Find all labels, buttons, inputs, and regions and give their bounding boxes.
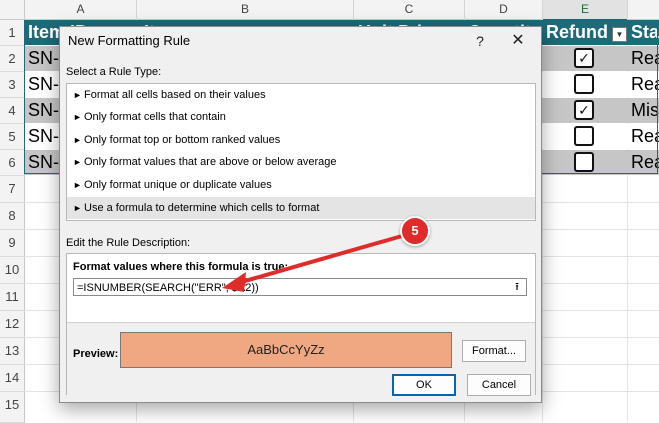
rule-type-item[interactable]: ► Only format values that are above or be… — [67, 151, 535, 173]
close-icon[interactable]: ✕ — [507, 30, 529, 52]
rule-type-label: Only format cells that contain — [84, 111, 226, 123]
cancel-button[interactable]: Cancel — [467, 374, 531, 396]
row-header[interactable]: 13 — [0, 338, 25, 365]
header-cell-refund[interactable]: Refund — [546, 20, 612, 45]
rule-type-label: Only format unique or duplicate values — [84, 179, 272, 191]
rule-description-panel: Format values where this formula is true… — [66, 253, 536, 395]
cell-item-id[interactable]: SN- — [28, 98, 59, 123]
rule-type-item[interactable]: ► Format all cells based on their values — [67, 84, 535, 106]
rule-type-item[interactable]: ► Only format top or bottom ranked values — [67, 129, 535, 151]
rule-arrow-icon: ► — [73, 203, 82, 213]
rule-arrow-icon: ► — [73, 135, 82, 145]
column-header-f[interactable] — [628, 0, 659, 20]
filter-dropdown-icon[interactable]: ▼ — [612, 27, 627, 42]
row-header[interactable]: 11 — [0, 284, 25, 311]
row-header[interactable]: 2 — [0, 46, 25, 72]
cell-item-id[interactable]: SN- — [28, 72, 59, 97]
row-header[interactable]: 3 — [0, 72, 25, 98]
rule-arrow-icon: ► — [73, 157, 82, 167]
rule-arrow-icon: ► — [73, 90, 82, 100]
select-all-corner[interactable] — [0, 0, 25, 20]
preview-swatch: AaBbCcYyZz — [120, 332, 452, 368]
formula-value: =ISNUMBER(SEARCH("ERR", $A2)) — [77, 282, 259, 294]
new-formatting-rule-dialog: New Formatting Rule ? ✕ Select a Rule Ty… — [59, 26, 542, 403]
row-header[interactable]: 9 — [0, 230, 25, 257]
row-header[interactable]: 14 — [0, 365, 25, 392]
column-header-b[interactable]: B — [137, 0, 354, 20]
cell-item-id[interactable]: SN- — [28, 124, 59, 149]
preview-label: Preview: — [73, 348, 119, 360]
row-header[interactable]: 10 — [0, 257, 25, 284]
row-header[interactable]: 5 — [0, 124, 25, 150]
rule-type-label: Only format values that are above or bel… — [84, 156, 337, 168]
row-header[interactable]: 6 — [0, 150, 25, 176]
column-header-d[interactable]: D — [465, 0, 543, 20]
rule-arrow-icon: ► — [73, 112, 82, 122]
refund-checkbox-checked[interactable]: ✓ — [574, 48, 594, 68]
format-button[interactable]: Format... — [462, 340, 526, 362]
refund-checkbox[interactable] — [574, 126, 594, 146]
collapse-dialog-icon[interactable]: ⭱ — [510, 280, 524, 294]
rule-type-list[interactable]: ► Format all cells based on their values … — [66, 83, 536, 221]
cell-status[interactable]: Rea — [631, 124, 659, 149]
refund-checkbox[interactable] — [574, 74, 594, 94]
cell-item-id[interactable]: SN- — [28, 46, 59, 71]
cell-status[interactable]: Rea — [631, 150, 659, 175]
ok-button[interactable]: OK — [392, 374, 456, 396]
row-header[interactable]: 12 — [0, 311, 25, 338]
cell-status[interactable]: Rea — [631, 46, 659, 71]
column-header-e[interactable]: E — [543, 0, 628, 21]
step-callout-badge: 5 — [400, 216, 430, 246]
rule-type-label: Only format top or bottom ranked values — [84, 134, 281, 146]
header-cell-status[interactable]: Status — [631, 20, 659, 45]
row-header[interactable]: 7 — [0, 176, 25, 203]
cell-status[interactable]: Mis — [631, 98, 659, 123]
row-header[interactable]: 8 — [0, 203, 25, 230]
select-rule-type-label: Select a Rule Type: — [66, 66, 162, 78]
rule-type-item[interactable]: ► Only format unique or duplicate values — [67, 174, 535, 196]
rule-arrow-icon: ► — [73, 180, 82, 190]
preview-area: Preview: AaBbCcYyZz Format... — [67, 322, 535, 395]
cell-item-id[interactable]: SN- — [28, 150, 59, 175]
refund-checkbox-checked[interactable]: ✓ — [574, 100, 594, 120]
formula-label: Format values where this formula is true… — [73, 261, 289, 273]
formula-input[interactable]: =ISNUMBER(SEARCH("ERR", $A2)) ⭱ — [73, 278, 527, 296]
dialog-title: New Formatting Rule — [68, 33, 191, 48]
refund-checkbox[interactable] — [574, 152, 594, 172]
rule-type-item[interactable]: ► Only format cells that contain — [67, 106, 535, 128]
rule-type-item-selected[interactable]: ► Use a formula to determine which cells … — [67, 197, 535, 219]
rule-type-label: Use a formula to determine which cells t… — [84, 202, 320, 214]
cell-status[interactable]: Rea — [631, 72, 659, 97]
row-header[interactable]: 4 — [0, 98, 25, 124]
help-icon[interactable]: ? — [469, 30, 491, 52]
column-header-a[interactable]: A — [25, 0, 137, 20]
rule-type-label: Format all cells based on their values — [84, 89, 266, 101]
row-header[interactable]: 1 — [0, 20, 25, 46]
edit-description-label: Edit the Rule Description: — [66, 237, 191, 249]
row-header[interactable]: 15 — [0, 392, 25, 423]
column-header-c[interactable]: C — [354, 0, 465, 20]
